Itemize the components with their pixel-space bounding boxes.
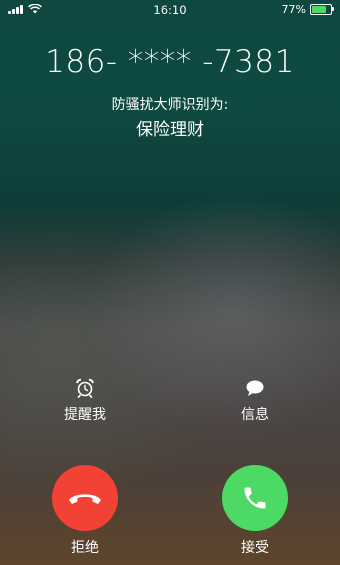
status-right: 77% <box>281 3 334 16</box>
decline-call-button[interactable]: 拒绝 <box>35 465 135 557</box>
caller-identification-result: 保险理财 <box>136 120 204 140</box>
battery-level-fill <box>312 6 326 13</box>
message-button[interactable]: 信息 <box>205 378 305 424</box>
caller-number: 186- **** -7381 <box>45 44 295 80</box>
accept-label: 接受 <box>241 540 269 556</box>
battery-icon <box>310 4 334 15</box>
status-bar: 16:10 77% <box>0 0 340 20</box>
message-bubble-icon <box>246 380 264 396</box>
hang-up-phone-icon <box>69 494 101 504</box>
phone-icon <box>244 487 266 509</box>
alarm-clock-icon <box>76 378 94 398</box>
message-label: 信息 <box>241 407 269 423</box>
accept-circle[interactable] <box>222 465 288 531</box>
remind-me-label: 提醒我 <box>64 407 106 423</box>
decline-label: 拒绝 <box>71 540 99 556</box>
accept-call-button[interactable]: 接受 <box>205 465 305 557</box>
decline-circle[interactable] <box>52 465 118 531</box>
battery-percent: 77% <box>281 3 306 16</box>
remind-me-button[interactable]: 提醒我 <box>35 378 135 424</box>
caller-identification-label: 防骚扰大师识别为: <box>111 97 229 113</box>
